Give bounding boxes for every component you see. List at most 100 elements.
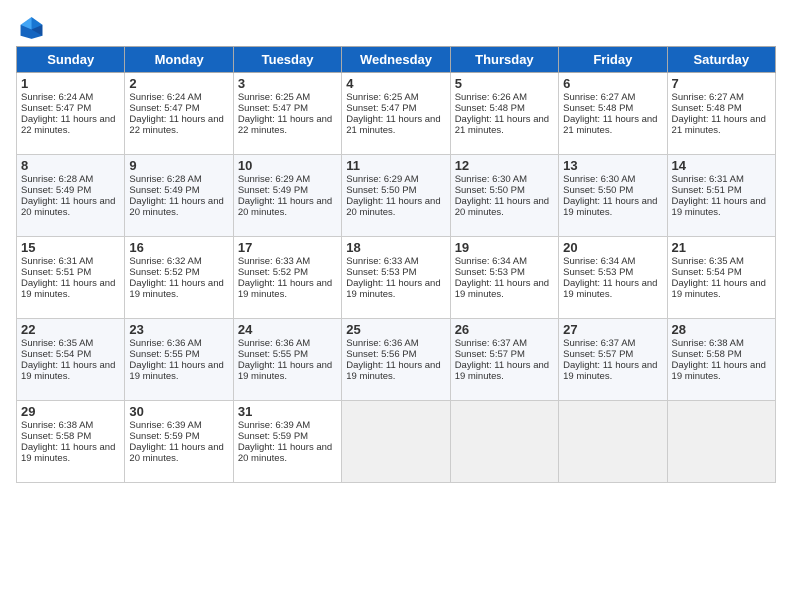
page: SundayMondayTuesdayWednesdayThursdayFrid… — [0, 0, 792, 491]
calendar-cell: 21Sunrise: 6:35 AMSunset: 5:54 PMDayligh… — [667, 237, 775, 319]
calendar-cell: 14Sunrise: 6:31 AMSunset: 5:51 PMDayligh… — [667, 155, 775, 237]
calendar-cell: 6Sunrise: 6:27 AMSunset: 5:48 PMDaylight… — [559, 73, 667, 155]
calendar-cell: 28Sunrise: 6:38 AMSunset: 5:58 PMDayligh… — [667, 319, 775, 401]
calendar-week-row: 29Sunrise: 6:38 AMSunset: 5:58 PMDayligh… — [17, 401, 776, 483]
day-number: 26 — [455, 322, 554, 337]
day-of-week-header: Sunday — [17, 47, 125, 73]
day-number: 15 — [21, 240, 120, 255]
day-number: 12 — [455, 158, 554, 173]
daylight-text: Daylight: 11 hours and 19 minutes. — [455, 278, 549, 300]
sunrise-text: Sunrise: 6:35 AM — [21, 338, 93, 349]
sunset-text: Sunset: 5:58 PM — [21, 431, 91, 442]
day-number: 6 — [563, 76, 662, 91]
day-of-week-header: Monday — [125, 47, 233, 73]
day-number: 7 — [672, 76, 771, 91]
daylight-text: Daylight: 11 hours and 19 minutes. — [563, 278, 657, 300]
daylight-text: Daylight: 11 hours and 19 minutes. — [672, 196, 766, 218]
sunset-text: Sunset: 5:52 PM — [129, 267, 199, 278]
daylight-text: Daylight: 11 hours and 20 minutes. — [238, 442, 332, 464]
sunrise-text: Sunrise: 6:38 AM — [672, 338, 744, 349]
daylight-text: Daylight: 11 hours and 20 minutes. — [238, 196, 332, 218]
day-number: 20 — [563, 240, 662, 255]
calendar-week-row: 15Sunrise: 6:31 AMSunset: 5:51 PMDayligh… — [17, 237, 776, 319]
day-number: 2 — [129, 76, 228, 91]
sunrise-text: Sunrise: 6:31 AM — [21, 256, 93, 267]
sunset-text: Sunset: 5:50 PM — [346, 185, 416, 196]
sunrise-text: Sunrise: 6:33 AM — [238, 256, 310, 267]
daylight-text: Daylight: 11 hours and 19 minutes. — [129, 278, 223, 300]
day-of-week-header: Wednesday — [342, 47, 450, 73]
sunrise-text: Sunrise: 6:39 AM — [129, 420, 201, 431]
calendar-cell: 26Sunrise: 6:37 AMSunset: 5:57 PMDayligh… — [450, 319, 558, 401]
sunrise-text: Sunrise: 6:24 AM — [21, 92, 93, 103]
sunset-text: Sunset: 5:59 PM — [129, 431, 199, 442]
sunset-text: Sunset: 5:58 PM — [672, 349, 742, 360]
sunrise-text: Sunrise: 6:36 AM — [129, 338, 201, 349]
sunset-text: Sunset: 5:56 PM — [346, 349, 416, 360]
sunset-text: Sunset: 5:53 PM — [563, 267, 633, 278]
calendar-cell: 5Sunrise: 6:26 AMSunset: 5:48 PMDaylight… — [450, 73, 558, 155]
calendar-week-row: 22Sunrise: 6:35 AMSunset: 5:54 PMDayligh… — [17, 319, 776, 401]
daylight-text: Daylight: 11 hours and 19 minutes. — [238, 278, 332, 300]
day-number: 1 — [21, 76, 120, 91]
calendar-cell: 1Sunrise: 6:24 AMSunset: 5:47 PMDaylight… — [17, 73, 125, 155]
day-number: 9 — [129, 158, 228, 173]
sunrise-text: Sunrise: 6:27 AM — [563, 92, 635, 103]
day-number: 5 — [455, 76, 554, 91]
calendar-cell: 3Sunrise: 6:25 AMSunset: 5:47 PMDaylight… — [233, 73, 341, 155]
daylight-text: Daylight: 11 hours and 19 minutes. — [21, 278, 115, 300]
calendar-cell: 23Sunrise: 6:36 AMSunset: 5:55 PMDayligh… — [125, 319, 233, 401]
calendar-cell: 27Sunrise: 6:37 AMSunset: 5:57 PMDayligh… — [559, 319, 667, 401]
sunrise-text: Sunrise: 6:37 AM — [563, 338, 635, 349]
calendar-cell — [450, 401, 558, 483]
daylight-text: Daylight: 11 hours and 19 minutes. — [129, 360, 223, 382]
calendar-week-row: 1Sunrise: 6:24 AMSunset: 5:47 PMDaylight… — [17, 73, 776, 155]
day-number: 23 — [129, 322, 228, 337]
calendar-cell: 17Sunrise: 6:33 AMSunset: 5:52 PMDayligh… — [233, 237, 341, 319]
daylight-text: Daylight: 11 hours and 19 minutes. — [238, 360, 332, 382]
sunset-text: Sunset: 5:47 PM — [21, 103, 91, 114]
sunrise-text: Sunrise: 6:24 AM — [129, 92, 201, 103]
calendar-cell — [559, 401, 667, 483]
day-number: 16 — [129, 240, 228, 255]
day-number: 31 — [238, 404, 337, 419]
calendar-cell: 22Sunrise: 6:35 AMSunset: 5:54 PMDayligh… — [17, 319, 125, 401]
calendar-cell: 15Sunrise: 6:31 AMSunset: 5:51 PMDayligh… — [17, 237, 125, 319]
calendar-cell: 9Sunrise: 6:28 AMSunset: 5:49 PMDaylight… — [125, 155, 233, 237]
sunset-text: Sunset: 5:54 PM — [21, 349, 91, 360]
day-number: 14 — [672, 158, 771, 173]
daylight-text: Daylight: 11 hours and 19 minutes. — [672, 278, 766, 300]
logo-icon — [16, 14, 44, 42]
day-of-week-header: Saturday — [667, 47, 775, 73]
daylight-text: Daylight: 11 hours and 19 minutes. — [672, 360, 766, 382]
sunset-text: Sunset: 5:50 PM — [455, 185, 525, 196]
day-of-week-header: Thursday — [450, 47, 558, 73]
day-number: 30 — [129, 404, 228, 419]
day-number: 21 — [672, 240, 771, 255]
daylight-text: Daylight: 11 hours and 19 minutes. — [21, 360, 115, 382]
sunset-text: Sunset: 5:51 PM — [672, 185, 742, 196]
daylight-text: Daylight: 11 hours and 21 minutes. — [455, 114, 549, 136]
calendar-cell: 29Sunrise: 6:38 AMSunset: 5:58 PMDayligh… — [17, 401, 125, 483]
sunrise-text: Sunrise: 6:29 AM — [238, 174, 310, 185]
sunrise-text: Sunrise: 6:36 AM — [346, 338, 418, 349]
sunrise-text: Sunrise: 6:31 AM — [672, 174, 744, 185]
calendar-cell: 7Sunrise: 6:27 AMSunset: 5:48 PMDaylight… — [667, 73, 775, 155]
daylight-text: Daylight: 11 hours and 22 minutes. — [129, 114, 223, 136]
sunset-text: Sunset: 5:51 PM — [21, 267, 91, 278]
daylight-text: Daylight: 11 hours and 21 minutes. — [346, 114, 440, 136]
day-number: 28 — [672, 322, 771, 337]
sunrise-text: Sunrise: 6:34 AM — [455, 256, 527, 267]
sunrise-text: Sunrise: 6:30 AM — [563, 174, 635, 185]
sunset-text: Sunset: 5:50 PM — [563, 185, 633, 196]
daylight-text: Daylight: 11 hours and 20 minutes. — [21, 196, 115, 218]
sunrise-text: Sunrise: 6:30 AM — [455, 174, 527, 185]
sunrise-text: Sunrise: 6:28 AM — [129, 174, 201, 185]
day-number: 4 — [346, 76, 445, 91]
calendar-cell: 24Sunrise: 6:36 AMSunset: 5:55 PMDayligh… — [233, 319, 341, 401]
sunrise-text: Sunrise: 6:32 AM — [129, 256, 201, 267]
calendar-body: 1Sunrise: 6:24 AMSunset: 5:47 PMDaylight… — [17, 73, 776, 483]
sunrise-text: Sunrise: 6:35 AM — [672, 256, 744, 267]
calendar-cell: 20Sunrise: 6:34 AMSunset: 5:53 PMDayligh… — [559, 237, 667, 319]
daylight-text: Daylight: 11 hours and 22 minutes. — [238, 114, 332, 136]
